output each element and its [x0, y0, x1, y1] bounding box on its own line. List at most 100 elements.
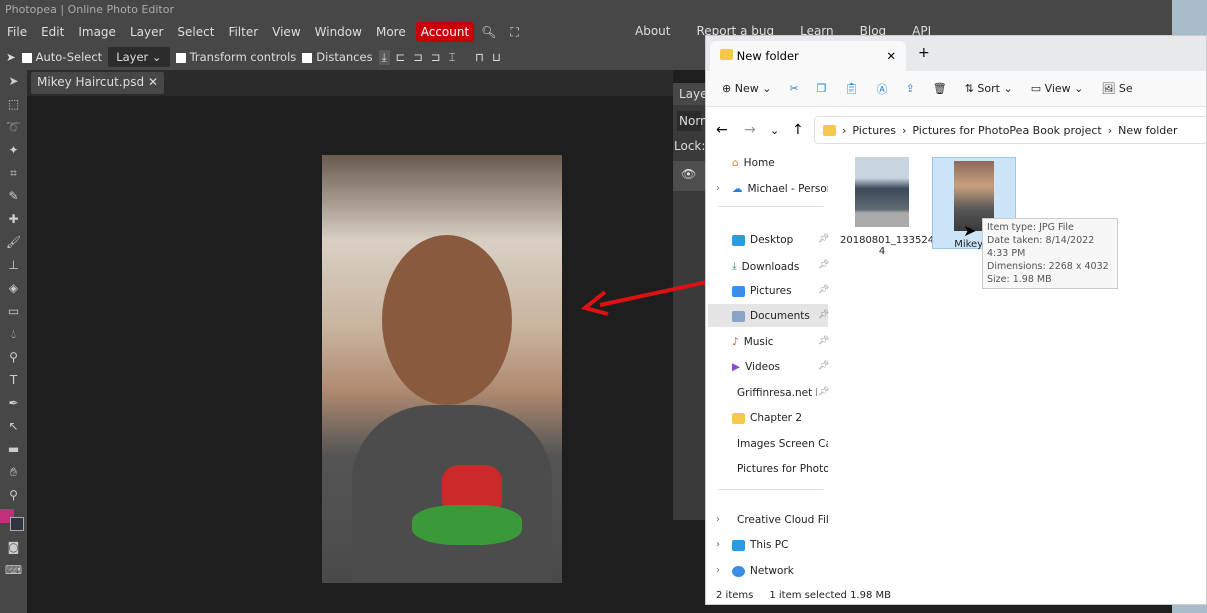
nav-label: Documents: [750, 310, 810, 322]
nav-label: Creative Cloud Files: [737, 514, 828, 526]
crumb-book-project[interactable]: Pictures for PhotoPea Book project: [912, 124, 1101, 137]
address-row: ← → ⌄ ↑ › Pictures › Pictures for PhotoP…: [706, 116, 1207, 144]
explorer-toolbar: ⊕ New ⌄ ✂ ❐ 📋︎ Ⓐ ⇪ 🗑︎ ⇅ Sort ⌄ ▭ View ⌄ …: [706, 71, 1206, 107]
breadcrumb[interactable]: › Pictures › Pictures for PhotoPea Book …: [814, 116, 1207, 144]
tooltip-size: Size: 1.98 MB: [987, 274, 1052, 285]
cloud-icon: ☁: [732, 183, 743, 195]
explorer-tab-bar: New folder ✕ +: [706, 36, 1206, 71]
nav-label: This PC: [750, 539, 789, 551]
rename-icon[interactable]: Ⓐ: [877, 81, 888, 97]
nav-pictures[interactable]: Pictures: [732, 285, 828, 297]
pin-icon[interactable]: 📌︎: [818, 336, 829, 346]
up-icon[interactable]: ↑: [792, 122, 804, 138]
nav-label: Network: [750, 565, 794, 577]
documents-icon: [732, 310, 745, 322]
pin-icon[interactable]: 📌︎: [818, 234, 829, 244]
expand-icon[interactable]: ›: [716, 565, 720, 576]
nav-music[interactable]: ♪ Music: [732, 336, 828, 348]
nav-griffinresa[interactable]: Griffinresa.net R: [732, 387, 817, 399]
sort-button[interactable]: ⇅ Sort ⌄: [965, 82, 1013, 95]
pin-icon[interactable]: 📌︎: [818, 260, 829, 270]
nav-chapter-2[interactable]: Chapter 2: [732, 412, 828, 424]
nav-label: Griffinresa.net R: [737, 387, 817, 399]
nav-downloads[interactable]: ⤓ Downloads: [732, 260, 828, 273]
item-count: 2 items: [716, 590, 754, 601]
nav-label: Home: [743, 157, 775, 169]
desktop-icon: [732, 234, 745, 246]
music-icon: ♪: [732, 336, 739, 348]
nav-images-screen-cap[interactable]: Images Screen Cap: [732, 438, 828, 450]
expand-icon[interactable]: ›: [716, 183, 720, 194]
expand-icon[interactable]: ›: [716, 539, 720, 550]
set-label: Se: [1118, 82, 1133, 95]
copy-icon[interactable]: ❐: [817, 82, 827, 95]
crumb-pictures[interactable]: Pictures: [852, 124, 896, 137]
nav-label: Videos: [745, 361, 780, 373]
folder-icon: [823, 124, 836, 136]
file-name-line2: 4: [878, 246, 886, 257]
nav-desktop[interactable]: Desktop: [732, 234, 828, 246]
folder-icon: [732, 412, 745, 424]
tab-new-folder[interactable]: New folder ✕: [710, 41, 906, 71]
recent-icon[interactable]: ⌄: [770, 124, 779, 137]
nav-pictures-photopea[interactable]: Pictures for PhotoP: [732, 463, 828, 475]
nav-label: Pictures for PhotoP: [737, 463, 828, 475]
nav-label: Chapter 2: [750, 412, 802, 424]
file-thumbnail: [855, 157, 909, 227]
new-tab-icon[interactable]: +: [918, 45, 930, 61]
pin-icon[interactable]: 📌︎: [818, 361, 829, 371]
mouse-cursor-icon: ➤: [963, 221, 977, 240]
pc-icon: [732, 539, 745, 551]
home-icon: ⌂: [732, 157, 739, 169]
tooltip-dimensions: Dimensions: 2268 x 4032: [987, 261, 1109, 272]
settings-button[interactable]: 🖼︎ Se: [1101, 82, 1132, 95]
network-icon: [732, 565, 745, 577]
selected-count: 1 item selected: [769, 590, 847, 601]
pin-icon[interactable]: 📌︎: [818, 387, 829, 397]
new-button[interactable]: ⊕ New ⌄: [722, 82, 771, 95]
pin-icon[interactable]: 📌︎: [818, 310, 829, 320]
nav-onedrive[interactable]: ☁ Michael - Personal: [732, 183, 828, 195]
delete-icon[interactable]: 🗑︎: [933, 82, 947, 95]
nav-documents[interactable]: Documents: [732, 310, 828, 322]
nav-label: Images Screen Cap: [737, 438, 828, 450]
expand-icon[interactable]: ›: [716, 514, 720, 525]
nav-home[interactable]: ⌂ Home: [732, 157, 828, 169]
video-icon: ▶: [732, 361, 741, 373]
tooltip-date: Date taken: 8/14/2022 4:33 PM: [987, 235, 1095, 259]
cut-icon[interactable]: ✂: [789, 82, 798, 95]
nav-label: Desktop: [750, 234, 794, 246]
share-icon[interactable]: ⇪: [906, 82, 915, 95]
close-icon[interactable]: ✕: [886, 49, 896, 63]
pin-icon[interactable]: 📌︎: [818, 285, 829, 295]
nav-label: Downloads: [741, 260, 800, 273]
nav-network[interactable]: Network: [732, 565, 828, 577]
tab-title: New folder: [736, 49, 799, 63]
file-item[interactable]: 20180801_133524 4: [840, 157, 935, 257]
nav-label: Michael - Personal: [747, 183, 829, 195]
file-list: 20180801_133524 4 Mikey H ➤: [830, 151, 1207, 581]
new-label: New: [734, 82, 759, 95]
nav-creative-cloud[interactable]: Creative Cloud Files: [732, 514, 828, 526]
nav-this-pc[interactable]: This PC: [732, 539, 828, 551]
selected-size: 1.98 MB: [850, 590, 891, 601]
view-label: View: [1044, 82, 1071, 95]
file-explorer-window: New folder ✕ + ⊕ New ⌄ ✂ ❐ 📋︎ Ⓐ ⇪ 🗑︎ ⇅ So…: [705, 35, 1207, 605]
folder-icon: [720, 49, 733, 60]
forward-icon[interactable]: →: [744, 122, 756, 138]
divider: [718, 489, 823, 490]
file-name: 20180801_133524: [840, 235, 935, 246]
download-icon: ⤓: [732, 260, 737, 272]
sort-label: Sort: [977, 82, 1000, 95]
nav-videos[interactable]: ▶ Videos: [732, 361, 828, 373]
view-button[interactable]: ▭ View ⌄: [1031, 82, 1084, 95]
nav-pane: ⌂ Home › ☁ Michael - Personal Desktop ⤓ Dow…: [706, 151, 829, 581]
divider: [718, 206, 823, 207]
status-bar: 2 items 1 item selected 1.98 MB: [706, 584, 1206, 606]
paste-icon[interactable]: 📋︎: [845, 82, 859, 95]
crumb-new-folder[interactable]: New folder: [1118, 124, 1177, 137]
tooltip-type: Item type: JPG File: [987, 222, 1074, 233]
back-icon[interactable]: ←: [716, 122, 728, 138]
nav-label: Pictures: [750, 285, 792, 297]
file-tooltip: Item type: JPG File Date taken: 8/14/202…: [982, 218, 1118, 289]
